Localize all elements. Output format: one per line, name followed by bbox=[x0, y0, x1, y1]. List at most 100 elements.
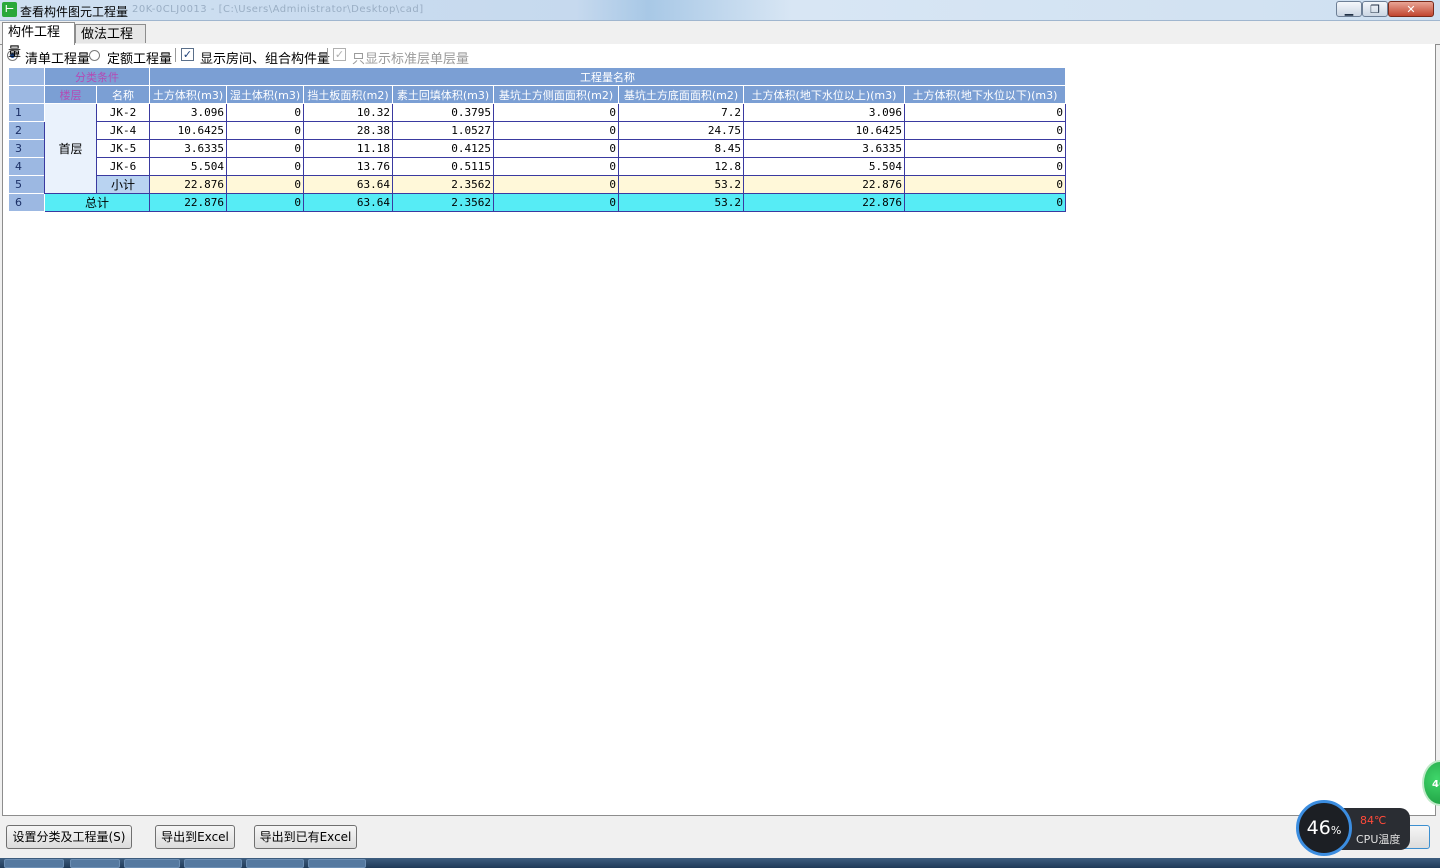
name-cell[interactable]: JK-6 bbox=[96, 157, 150, 176]
table-row[interactable]: 3 JK-5 3.6335 0 11.18 0.4125 0 8.45 3.63… bbox=[8, 139, 1066, 158]
row-number[interactable]: 6 bbox=[8, 193, 45, 212]
value-cell[interactable]: 28.38 bbox=[303, 121, 393, 140]
show-rooms-checkbox[interactable]: ✓ bbox=[181, 48, 194, 61]
total-cell[interactable]: 22.876 bbox=[743, 193, 905, 212]
col-header-floor[interactable]: 楼层 bbox=[44, 85, 97, 104]
value-cell[interactable]: 0 bbox=[226, 157, 304, 176]
floor-cell[interactable]: 首层 bbox=[44, 103, 97, 194]
value-cell[interactable]: 3.6335 bbox=[743, 139, 905, 158]
tab-method-qty[interactable]: 做法工程量 bbox=[75, 24, 146, 61]
table-row[interactable]: 4 JK-6 5.504 0 13.76 0.5115 0 12.8 5.504… bbox=[8, 157, 1066, 176]
table-row[interactable]: 2 JK-4 10.6425 0 28.38 1.0527 0 24.75 10… bbox=[8, 121, 1066, 140]
col-header[interactable]: 素土回填体积(m3) bbox=[392, 85, 494, 104]
taskbar-item[interactable] bbox=[308, 859, 366, 868]
total-cell[interactable]: 63.64 bbox=[303, 193, 393, 212]
subtotal-cell[interactable]: 2.3562 bbox=[392, 175, 494, 194]
cpu-usage-ring: 46% bbox=[1296, 800, 1352, 856]
value-cell[interactable]: 12.8 bbox=[618, 157, 744, 176]
value-cell[interactable]: 1.0527 bbox=[392, 121, 494, 140]
value-cell[interactable]: 10.6425 bbox=[149, 121, 227, 140]
subtotal-label[interactable]: 小计 bbox=[96, 175, 150, 194]
total-cell[interactable]: 0 bbox=[904, 193, 1066, 212]
export-excel-button[interactable]: 导出到Excel bbox=[155, 825, 235, 849]
total-cell[interactable]: 22.876 bbox=[149, 193, 227, 212]
col-header[interactable]: 基坑土方侧面面积(m2) bbox=[493, 85, 619, 104]
value-cell[interactable]: 5.504 bbox=[149, 157, 227, 176]
col-header[interactable]: 挡土板面积(m2) bbox=[303, 85, 393, 104]
maximize-button[interactable]: ❐ bbox=[1362, 1, 1388, 17]
value-cell[interactable]: 0 bbox=[904, 139, 1066, 158]
std-floor-checkbox[interactable]: ✓ bbox=[333, 48, 346, 61]
value-cell[interactable]: 0 bbox=[904, 103, 1066, 122]
value-cell[interactable]: 0 bbox=[226, 121, 304, 140]
radio-quota-qty[interactable] bbox=[89, 50, 100, 61]
value-cell[interactable]: 3.6335 bbox=[149, 139, 227, 158]
taskbar-item[interactable] bbox=[246, 859, 304, 868]
value-cell[interactable]: 8.45 bbox=[618, 139, 744, 158]
value-cell[interactable]: 7.2 bbox=[618, 103, 744, 122]
name-cell[interactable]: JK-2 bbox=[96, 103, 150, 122]
value-cell[interactable]: 5.504 bbox=[743, 157, 905, 176]
taskbar-item[interactable] bbox=[184, 859, 242, 868]
total-label[interactable]: 总计 bbox=[44, 193, 150, 212]
taskbar-item[interactable] bbox=[124, 859, 180, 868]
row-number[interactable]: 4 bbox=[8, 157, 45, 176]
separator bbox=[175, 48, 176, 62]
subtotal-cell[interactable]: 63.64 bbox=[303, 175, 393, 194]
value-cell[interactable]: 13.76 bbox=[303, 157, 393, 176]
taskbar-start[interactable] bbox=[4, 859, 64, 868]
col-header[interactable]: 湿土体积(m3) bbox=[226, 85, 304, 104]
col-header[interactable]: 土方体积(地下水位以下)(m3) bbox=[904, 85, 1066, 104]
col-header[interactable]: 基坑土方底面面积(m2) bbox=[618, 85, 744, 104]
subtotal-cell[interactable]: 22.876 bbox=[743, 175, 905, 194]
group-header: 分类条件 bbox=[44, 67, 150, 86]
total-cell[interactable]: 2.3562 bbox=[392, 193, 494, 212]
taskbar bbox=[0, 858, 1440, 868]
total-cell[interactable]: 53.2 bbox=[618, 193, 744, 212]
value-cell[interactable]: 0 bbox=[493, 139, 619, 158]
col-header[interactable]: 土方体积(m3) bbox=[149, 85, 227, 104]
value-cell[interactable]: 0 bbox=[226, 103, 304, 122]
name-cell[interactable]: JK-4 bbox=[96, 121, 150, 140]
value-cell[interactable]: 10.32 bbox=[303, 103, 393, 122]
table-row[interactable]: 1 首层 JK-2 3.096 0 10.32 0.3795 0 7.2 3.0… bbox=[8, 103, 1066, 194]
subtotal-cell[interactable]: 53.2 bbox=[618, 175, 744, 194]
total-row[interactable]: 6 总计 22.876 0 63.64 2.3562 0 53.2 22.876… bbox=[8, 193, 1066, 212]
window-path: 20K-0CLJ0013 - [C:\Users\Administrator\D… bbox=[132, 4, 424, 15]
row-number[interactable]: 1 bbox=[8, 103, 45, 122]
set-class-button[interactable]: 设置分类及工程量(S) bbox=[6, 825, 132, 849]
value-cell[interactable]: 3.096 bbox=[149, 103, 227, 122]
value-cell[interactable]: 10.6425 bbox=[743, 121, 905, 140]
total-cell[interactable]: 0 bbox=[493, 193, 619, 212]
value-cell[interactable]: 0 bbox=[493, 157, 619, 176]
subtotal-cell[interactable]: 0 bbox=[226, 175, 304, 194]
minimize-button[interactable]: ▁ bbox=[1336, 1, 1362, 17]
value-cell[interactable]: 0.5115 bbox=[392, 157, 494, 176]
col-header-name[interactable]: 名称 bbox=[96, 85, 150, 104]
col-header[interactable]: 土方体积(地下水位以上)(m3) bbox=[743, 85, 905, 104]
value-cell[interactable]: 11.18 bbox=[303, 139, 393, 158]
value-cell[interactable]: 0 bbox=[493, 103, 619, 122]
cpu-widget[interactable]: 46% 84℃ CPU温度 bbox=[1296, 800, 1410, 856]
tab-component-qty[interactable]: 构件工程量 bbox=[2, 22, 75, 60]
taskbar-item[interactable] bbox=[70, 859, 120, 868]
subtotal-row[interactable]: 5 小计 22.876 0 63.64 2.3562 0 53.2 22.876… bbox=[8, 175, 1066, 194]
value-cell[interactable]: 0 bbox=[904, 157, 1066, 176]
subtotal-cell[interactable]: 22.876 bbox=[149, 175, 227, 194]
subtotal-cell[interactable]: 0 bbox=[904, 175, 1066, 194]
value-cell[interactable]: 3.096 bbox=[743, 103, 905, 122]
row-number[interactable]: 2 bbox=[8, 121, 45, 140]
subtotal-cell[interactable]: 0 bbox=[493, 175, 619, 194]
value-cell[interactable]: 0 bbox=[226, 139, 304, 158]
total-cell[interactable]: 0 bbox=[226, 193, 304, 212]
value-cell[interactable]: 0 bbox=[904, 121, 1066, 140]
value-cell[interactable]: 0 bbox=[493, 121, 619, 140]
value-cell[interactable]: 0.4125 bbox=[392, 139, 494, 158]
name-cell[interactable]: JK-5 bbox=[96, 139, 150, 158]
value-cell[interactable]: 24.75 bbox=[618, 121, 744, 140]
row-number[interactable]: 3 bbox=[8, 139, 45, 158]
export-existing-excel-button[interactable]: 导出到已有Excel bbox=[254, 825, 357, 849]
row-number[interactable]: 5 bbox=[8, 175, 45, 194]
close-button[interactable]: ✕ bbox=[1388, 1, 1434, 17]
value-cell[interactable]: 0.3795 bbox=[392, 103, 494, 122]
